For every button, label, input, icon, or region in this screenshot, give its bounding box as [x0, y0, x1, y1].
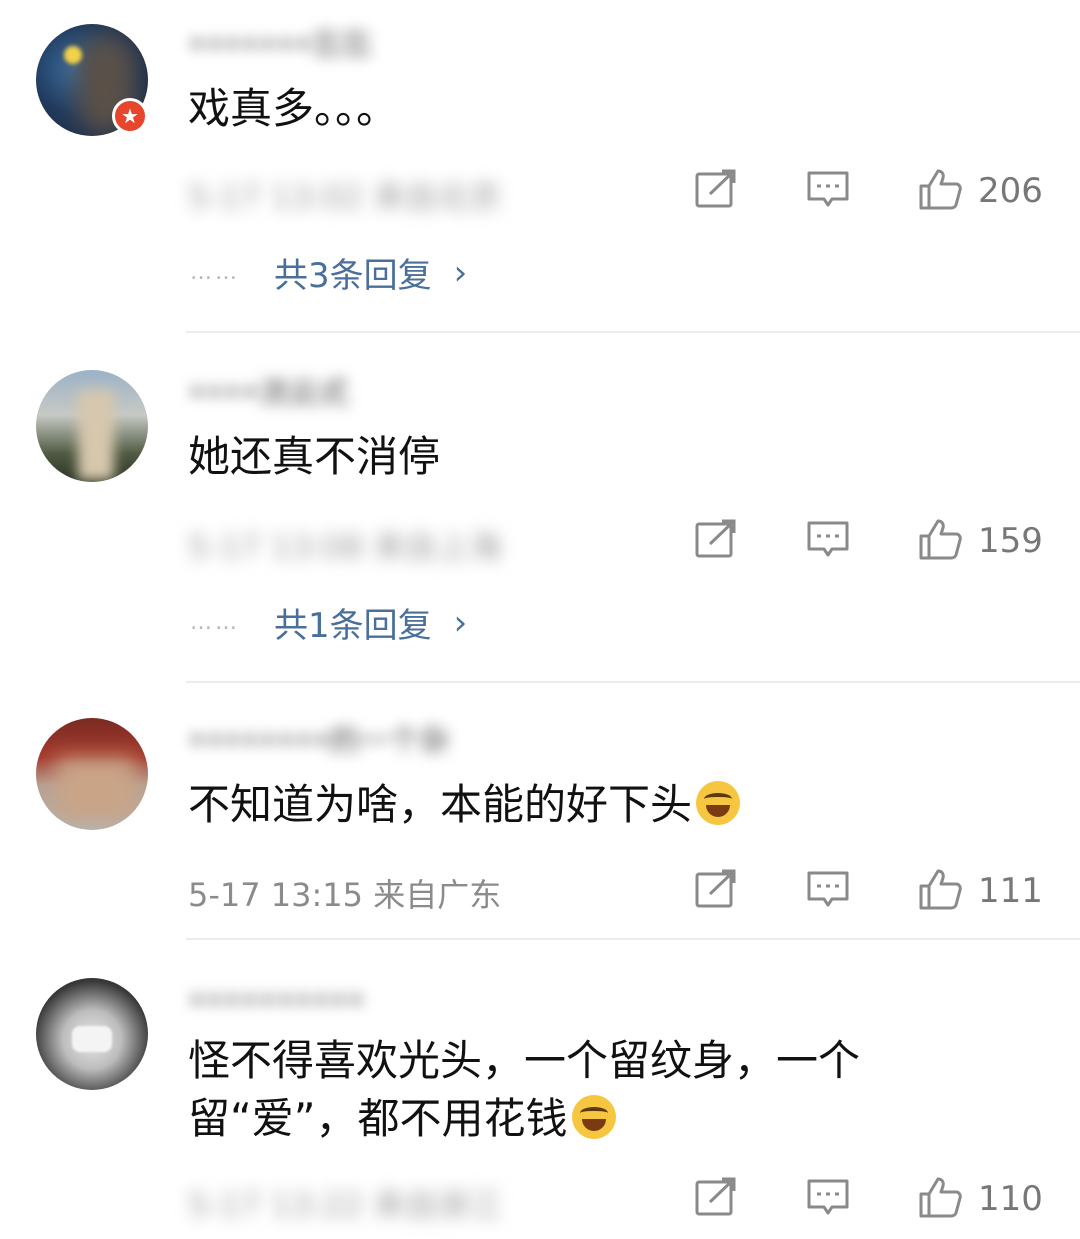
like-button[interactable]: 159	[918, 516, 1043, 566]
repost-button[interactable]	[694, 1174, 738, 1224]
thumbs-up-icon	[918, 517, 962, 565]
comment-meta: 5-17 13:08 来自上海	[188, 528, 502, 566]
repost-button[interactable]	[694, 166, 738, 216]
comment-icon	[806, 167, 850, 215]
comment-button[interactable]	[806, 166, 850, 216]
avatar[interactable]	[36, 370, 148, 482]
view-replies-link[interactable]: …… 共1条回复 ›	[190, 598, 467, 647]
username[interactable]: •••••••忘忘	[188, 28, 568, 64]
comment-meta: 5-17 13:02 来自北京	[188, 178, 502, 216]
thumbs-up-icon	[918, 867, 962, 915]
comment-actions: 159	[690, 516, 1050, 566]
comment-icon	[806, 867, 850, 915]
chevron-right-icon: ›	[453, 252, 468, 293]
like-count: 111	[978, 871, 1043, 911]
avatar[interactable]	[36, 978, 148, 1090]
avatar[interactable]	[36, 718, 148, 830]
comment-button[interactable]	[806, 516, 850, 566]
replies-dots: ……	[190, 260, 240, 285]
like-button[interactable]: 206	[918, 166, 1043, 216]
comment-text: 戏真多。。。	[188, 84, 399, 133]
comment-text-content: 不知道为啥，本能的好下头	[188, 780, 693, 829]
comment-meta: 5-17 13:22 来自浙江	[188, 1186, 502, 1224]
like-count: 110	[978, 1179, 1043, 1219]
divider	[186, 681, 1080, 683]
comment-text: 不知道为啥，本能的好下头	[188, 776, 1008, 834]
repost-icon	[694, 517, 738, 565]
comment-actions: 111	[690, 866, 1050, 916]
repost-icon	[694, 1175, 738, 1223]
comment-actions: 110	[690, 1174, 1050, 1224]
thumbs-up-icon	[918, 1175, 962, 1223]
divider	[186, 331, 1080, 333]
like-count: 206	[978, 171, 1043, 211]
username[interactable]: ••••••••的一个杂	[188, 724, 568, 760]
chevron-right-icon: ›	[453, 602, 468, 643]
thumbs-up-icon	[918, 167, 962, 215]
like-count: 159	[978, 521, 1043, 561]
laughing-tears-emoji-icon	[571, 1095, 616, 1139]
divider	[186, 938, 1080, 940]
username[interactable]: ••••流云式	[188, 376, 568, 412]
like-button[interactable]: 110	[918, 1174, 1043, 1224]
comment-actions: 206	[690, 166, 1050, 216]
comment-text: 怪不得喜欢光头，一个留纹身，一个留“爱”，都不用花钱	[188, 1032, 968, 1148]
replies-count-text: 共3条回复	[274, 256, 432, 296]
comment-icon	[806, 1175, 850, 1223]
replies-dots: ……	[190, 610, 240, 635]
repost-icon	[694, 867, 738, 915]
like-button[interactable]: 111	[918, 866, 1043, 916]
repost-icon	[694, 167, 738, 215]
comment-button[interactable]	[806, 866, 850, 916]
verified-badge-icon: ★	[112, 98, 148, 134]
comment-icon	[806, 517, 850, 565]
view-replies-link[interactable]: …… 共3条回复 ›	[190, 248, 467, 297]
comment-text: 她还真不消停	[188, 432, 441, 481]
comment-text-content: 怪不得喜欢光头，一个留纹身，一个留“爱”，都不用花钱	[188, 1036, 861, 1143]
repost-button[interactable]	[694, 866, 738, 916]
username[interactable]: ••••••••••	[188, 984, 568, 1020]
laughing-tears-emoji-icon	[696, 781, 741, 825]
repost-button[interactable]	[694, 516, 738, 566]
comment-button[interactable]	[806, 1174, 850, 1224]
replies-count-text: 共1条回复	[274, 606, 432, 646]
comment-meta: 5-17 13:15 来自广东	[188, 876, 502, 914]
